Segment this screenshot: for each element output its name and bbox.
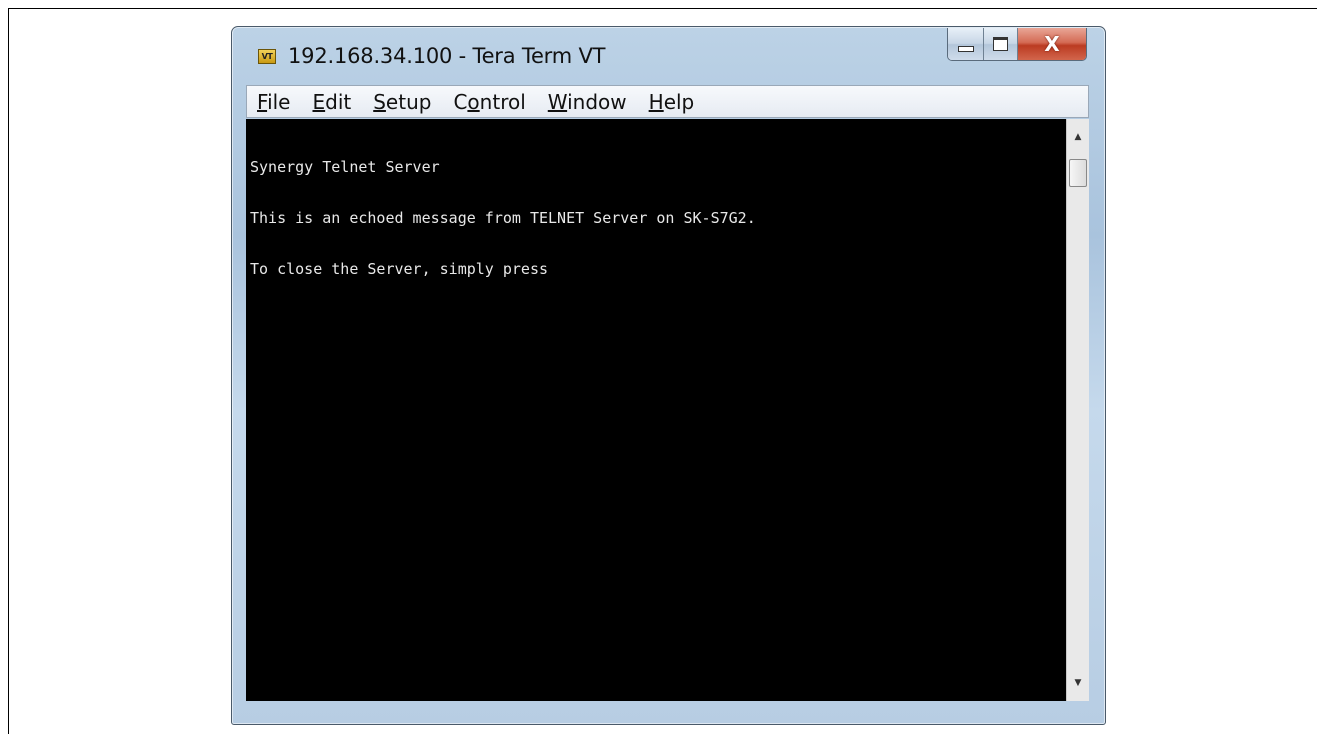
vertical-scrollbar[interactable]: ▲ ▼ — [1066, 119, 1089, 701]
minimize-icon — [957, 46, 974, 52]
menu-control[interactable]: Control — [442, 87, 536, 117]
terminal-screen[interactable]: Synergy Telnet Server This is an echoed … — [246, 119, 1066, 701]
close-button[interactable]: X — [1018, 28, 1086, 60]
terminal-line: To close the Server, simply press — [250, 260, 549, 278]
close-icon: X — [1044, 32, 1060, 56]
menu-label-rest: etup — [385, 89, 432, 114]
terminal-line: This is an echoed message from TELNET Se… — [250, 209, 756, 227]
caption-buttons: X — [947, 28, 1087, 61]
window-title: 192.168.34.100 - Tera Term VT — [288, 44, 606, 68]
menu-mnemonic: W — [547, 89, 568, 114]
menu-mnemonic: F — [257, 89, 268, 114]
menu-setup[interactable]: Setup — [362, 87, 442, 117]
menu-window[interactable]: Window — [537, 87, 638, 117]
menu-bar: File Edit Setup Control Window Help — [246, 85, 1089, 118]
scrollbar-thumb[interactable] — [1069, 159, 1087, 187]
menu-label-rest: indow — [567, 89, 627, 114]
teraterm-window: VT 192.168.34.100 - Tera Term VT X File … — [231, 26, 1106, 725]
menu-label-pre: C — [453, 89, 468, 114]
menu-help[interactable]: Help — [638, 87, 706, 117]
maximize-icon — [993, 37, 1008, 51]
menu-mnemonic: o — [467, 89, 480, 114]
menu-mnemonic: H — [648, 89, 664, 114]
menu-edit[interactable]: Edit — [301, 87, 362, 117]
teraterm-app-icon[interactable]: VT — [258, 49, 276, 64]
menu-label-rest: ile — [267, 89, 291, 114]
menu-mnemonic: E — [312, 89, 326, 114]
scroll-up-arrow-icon[interactable]: ▲ — [1067, 123, 1089, 151]
menu-label-rest: dit — [325, 89, 352, 114]
terminal-line: Synergy Telnet Server — [250, 158, 440, 176]
minimize-button[interactable] — [948, 28, 984, 60]
menu-label-rest: elp — [663, 89, 695, 114]
maximize-button[interactable] — [984, 28, 1018, 60]
title-bar[interactable]: VT 192.168.34.100 - Tera Term VT X — [232, 27, 1105, 83]
menu-mnemonic: S — [373, 89, 386, 114]
scroll-down-arrow-icon[interactable]: ▼ — [1067, 669, 1089, 697]
menu-file[interactable]: File — [247, 87, 301, 117]
menu-label-rest: ntrol — [479, 89, 526, 114]
